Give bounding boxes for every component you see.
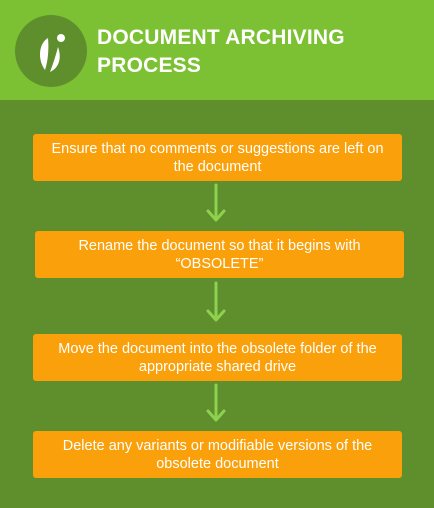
process-step-3: Move the document into the obsolete fold… [33, 334, 402, 381]
down-arrow-icon [206, 281, 226, 322]
page-title: DOCUMENT ARCHIVING PROCESS [97, 26, 345, 77]
header-banner: DOCUMENT ARCHIVING PROCESS [0, 0, 434, 100]
down-arrow-icon [206, 383, 226, 422]
process-step-4: Delete any variants or modifiable versio… [33, 431, 402, 478]
process-step-2: Rename the document so that it begins wi… [35, 231, 404, 278]
down-arrow-icon [206, 183, 226, 222]
leaf-person-logo-icon [15, 15, 87, 87]
process-step-1: Ensure that no comments or suggestions a… [33, 134, 402, 181]
